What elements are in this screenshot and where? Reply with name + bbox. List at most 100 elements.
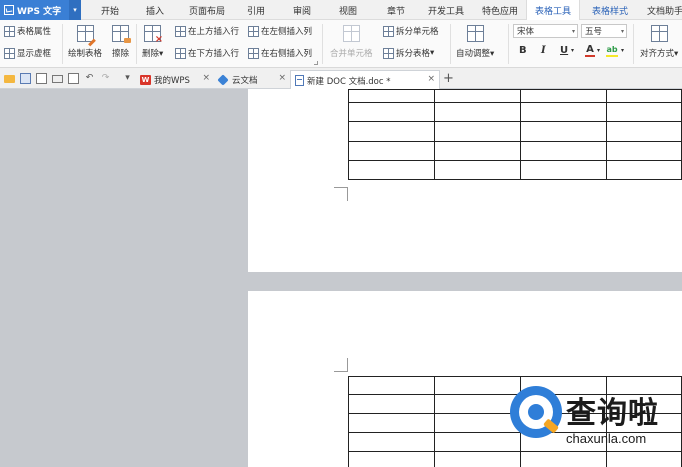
insert-col-left-label: 在左侧插入列 — [261, 27, 313, 37]
show-gridlines-button[interactable]: 显示虚框 — [4, 47, 51, 59]
insert-row-below-label: 在下方插入行 — [188, 49, 240, 59]
tab-my-wps[interactable]: W 我的WPS × — [136, 70, 214, 89]
ribbon-divider — [508, 24, 509, 64]
split-cells-label: 拆分单元格 — [396, 27, 439, 37]
tab-insert[interactable]: 插入 — [137, 0, 173, 20]
tab-table-styles[interactable]: 表格样式 — [584, 0, 636, 20]
insert-col-right-label: 在右侧插入列 — [261, 49, 313, 59]
highlight-dropdown-icon[interactable]: ▾ — [621, 47, 624, 54]
align-label: 对齐方式 — [640, 49, 675, 59]
table-properties-label: 表格属性 — [17, 27, 52, 37]
doc-file-icon — [295, 75, 304, 86]
font-name-select[interactable]: 宋体 ▾ — [513, 24, 578, 38]
auto-fit-button[interactable]: 自动调整▾ — [456, 25, 494, 59]
split-table-label: 拆分表格 — [396, 49, 431, 59]
open-folder-icon[interactable] — [4, 75, 15, 83]
insert-col-right-icon — [248, 47, 259, 59]
watermark-url: chaxunla.com — [566, 431, 647, 446]
print-preview-icon[interactable] — [68, 73, 79, 84]
tab-table-tools[interactable]: 表格工具 — [526, 0, 580, 21]
document-tab-bar: ↶ ↷ ▾ W 我的WPS × 云文档 × 新建 DOC 文档.doc * × … — [0, 68, 682, 90]
wps-logo-icon — [4, 5, 14, 15]
font-color-label: A — [586, 44, 594, 55]
tab-references[interactable]: 引用 — [238, 0, 274, 20]
ribbon-divider — [62, 24, 63, 64]
highlight-button[interactable]: ab — [606, 45, 618, 57]
font-name-value: 宋体 — [517, 27, 535, 37]
app-dropdown-icon[interactable]: ▾ — [69, 0, 81, 20]
align-dropdown-icon: ▾ — [674, 49, 679, 59]
insert-col-left-icon — [248, 25, 259, 37]
highlight-color-bar — [606, 55, 618, 57]
print-icon[interactable] — [52, 75, 63, 83]
redo-icon[interactable]: ↷ — [100, 73, 111, 84]
insert-row-above-label: 在上方插入行 — [188, 27, 240, 37]
tab-cloud-docs[interactable]: 云文档 × — [214, 70, 290, 89]
font-color-dropdown-icon[interactable]: ▾ — [597, 47, 600, 54]
margin-corner-mark — [334, 187, 348, 201]
ribbon-divider — [450, 24, 451, 64]
insert-col-left-button[interactable]: 在左侧插入列 — [248, 25, 312, 37]
ribbon-divider — [322, 24, 323, 64]
table-properties-button[interactable]: 表格属性 — [4, 25, 51, 37]
insert-row-above-button[interactable]: 在上方插入行 — [175, 25, 239, 37]
watermark-brand: 查询啦 — [566, 396, 659, 431]
document-table[interactable] — [348, 89, 682, 180]
tab-current-document-label: 新建 DOC 文档.doc * — [307, 76, 391, 87]
new-tab-icon[interactable]: + — [443, 72, 454, 85]
delete-dropdown-icon: ▾ — [159, 49, 164, 59]
tab-start[interactable]: 开始 — [92, 0, 128, 20]
save-icon[interactable] — [20, 73, 31, 84]
close-icon[interactable]: × — [202, 73, 210, 83]
export-pdf-icon[interactable] — [36, 73, 47, 84]
chevron-down-icon: ▾ — [571, 28, 575, 35]
tab-page-layout[interactable]: 页面布局 — [183, 0, 231, 20]
eraser-icon — [112, 25, 131, 43]
delete-table-icon: × — [144, 25, 163, 45]
tab-doc-assistant[interactable]: 文档助手 — [640, 0, 682, 20]
split-cells-icon — [383, 25, 394, 37]
quick-access-more-icon[interactable]: ▾ — [122, 73, 133, 84]
eraser-button[interactable]: 擦除 — [112, 25, 131, 59]
draw-table-label: 绘制表格 — [68, 49, 103, 59]
underline-button[interactable]: U — [560, 45, 568, 56]
align-button[interactable]: 对齐方式▾ — [640, 25, 678, 59]
close-icon[interactable]: × — [278, 73, 286, 83]
bold-button[interactable]: B — [519, 45, 527, 56]
delete-label: 删除 — [142, 49, 160, 59]
insert-row-below-button[interactable]: 在下方插入行 — [175, 47, 239, 59]
tab-special[interactable]: 特色应用 — [476, 0, 524, 20]
split-cells-button[interactable]: 拆分单元格 — [383, 25, 439, 37]
group-expand-icon[interactable] — [314, 61, 318, 65]
show-gridlines-label: 显示虚框 — [17, 49, 52, 59]
close-icon[interactable]: × — [427, 74, 435, 84]
font-color-button[interactable]: A — [585, 45, 595, 57]
tab-chapter[interactable]: 章节 — [378, 0, 414, 20]
tab-developer[interactable]: 开发工具 — [422, 0, 470, 20]
app-menu-button[interactable]: WPS 文字 ▾ — [0, 0, 81, 20]
cloud-docs-icon — [217, 73, 229, 86]
menu-bar: WPS 文字 ▾ 开始 插入 页面布局 引用 审阅 视图 章节 开发工具 特色应… — [0, 0, 682, 21]
split-table-button[interactable]: 拆分表格 ▾ — [383, 47, 434, 59]
italic-button[interactable]: I — [541, 45, 546, 56]
tab-current-document[interactable]: 新建 DOC 文档.doc * × — [290, 70, 440, 90]
merge-cells-label: 合并单元格 — [330, 49, 373, 59]
font-size-value: 五号 — [585, 27, 603, 37]
insert-row-below-icon — [175, 47, 186, 59]
underline-dropdown-icon[interactable]: ▾ — [571, 47, 574, 54]
tab-view[interactable]: 视图 — [330, 0, 366, 20]
chaxunla-watermark: 查询啦 chaxunla.com — [506, 376, 682, 467]
insert-col-right-button[interactable]: 在右侧插入列 — [248, 47, 312, 59]
split-table-icon — [383, 47, 394, 59]
chevron-down-icon: ▾ — [620, 28, 624, 35]
wps-icon: W — [140, 74, 151, 85]
auto-fit-label: 自动调整 — [456, 49, 491, 59]
font-size-select[interactable]: 五号 ▾ — [581, 24, 627, 38]
undo-icon[interactable]: ↶ — [84, 73, 95, 84]
merge-cells-button[interactable]: 合并单元格 — [330, 25, 373, 59]
document-page[interactable] — [248, 89, 682, 272]
delete-button[interactable]: × 删除▾ — [142, 25, 163, 59]
draw-table-button[interactable]: 绘制表格 — [68, 25, 102, 59]
tab-review[interactable]: 审阅 — [284, 0, 320, 20]
tab-my-wps-label: 我的WPS — [154, 75, 190, 86]
